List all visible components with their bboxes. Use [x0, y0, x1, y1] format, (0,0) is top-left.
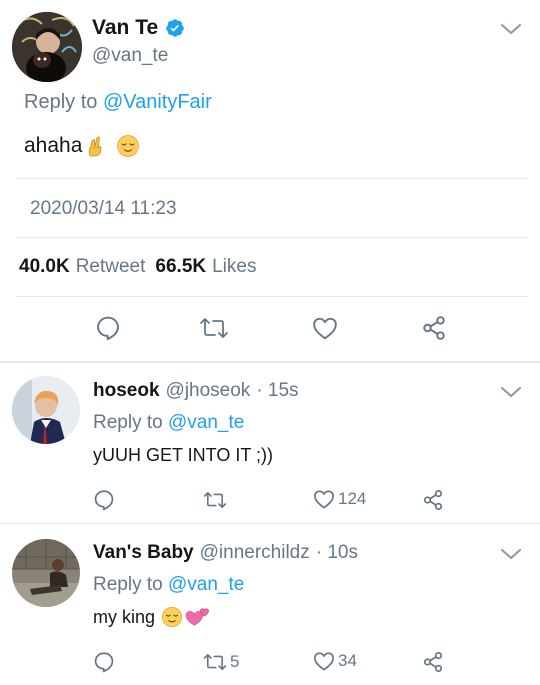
retweet-count: 5 — [230, 652, 240, 671]
relieved-face-emoji — [162, 607, 183, 627]
tweet-text: ahaha — [24, 134, 140, 158]
chevron-down-icon[interactable] — [500, 547, 522, 561]
retweet-icon — [200, 318, 228, 338]
avatar[interactable] — [12, 539, 80, 607]
reply-author-row: Van's Baby @innerchildz · 10s — [93, 542, 358, 564]
relieved-face-emoji — [117, 135, 140, 157]
retweet-button[interactable]: 5 — [203, 652, 239, 672]
share-button[interactable] — [422, 489, 444, 511]
verified-badge-icon — [166, 19, 184, 37]
section-separator — [0, 361, 540, 363]
reply-to-link[interactable]: @VanityFair — [103, 91, 212, 113]
like-count: 34 — [338, 651, 357, 670]
main-tweet: Van Te @van_te Reply to @VanityFair ahah… — [0, 0, 540, 362]
retweet-icon — [203, 491, 227, 508]
tweet-timestamp: 2020/03/14 11:23 — [30, 198, 177, 219]
share-icon — [423, 651, 443, 673]
reply-button[interactable] — [93, 651, 115, 673]
reply-icon — [97, 316, 119, 341]
reply-to-link[interactable]: @van_te — [168, 412, 244, 433]
reply-icon — [94, 652, 114, 673]
reply-author-handle[interactable]: @jhoseok — [166, 380, 251, 402]
retweet-icon — [203, 654, 227, 670]
reply-author-row: hoseok @jhoseok · 15s — [93, 380, 299, 402]
section-separator — [0, 523, 540, 524]
share-button[interactable] — [422, 651, 444, 673]
share-icon — [423, 489, 443, 511]
divider — [16, 178, 528, 179]
like-count[interactable]: 66.5K — [155, 256, 206, 278]
heart-icon — [314, 652, 334, 671]
retweet-button[interactable] — [203, 490, 230, 510]
reply-to-link[interactable]: @van_te — [168, 574, 244, 595]
divider — [16, 237, 528, 238]
reply-to-line: Reply to @VanityFair — [24, 91, 212, 114]
retweet-label[interactable]: Retweet — [76, 256, 146, 278]
reply-to-line: Reply to @van_te — [93, 574, 244, 596]
heart-icon — [314, 490, 334, 509]
reply-author-name[interactable]: hoseok — [93, 380, 160, 402]
like-button[interactable]: 124 — [313, 489, 366, 509]
like-button[interactable] — [312, 316, 338, 340]
author-name-row: Van Te — [92, 16, 185, 40]
revolving-hearts-emoji — [185, 608, 209, 626]
reply-author-handle[interactable]: @innerchildz — [200, 542, 310, 564]
heart-icon — [313, 317, 337, 340]
reply-author-name[interactable]: Van's Baby — [93, 542, 194, 564]
reply-text-row: my king — [93, 606, 211, 628]
like-button[interactable]: 34 — [313, 651, 357, 671]
reply-text: my king — [93, 606, 156, 627]
reply-to-prefix: Reply to — [24, 91, 103, 113]
crossed-fingers-emoji — [89, 136, 102, 157]
reply-button[interactable] — [93, 489, 115, 511]
reply-time: · 10s — [315, 542, 358, 563]
tweet-stats: 40.0K Retweet 66.5K Likes — [19, 256, 256, 278]
reply-to-line: Reply to @van_te — [93, 412, 244, 434]
share-icon — [423, 316, 445, 340]
like-count: 124 — [338, 489, 367, 508]
divider — [16, 296, 528, 297]
reply-button[interactable] — [95, 315, 121, 341]
reply-time: · 15s — [256, 380, 299, 401]
retweet-button[interactable] — [199, 316, 229, 340]
reply-icon — [94, 490, 114, 511]
chevron-down-icon[interactable] — [500, 385, 522, 399]
like-label[interactable]: Likes — [212, 256, 256, 278]
chevron-down-icon[interactable] — [500, 22, 522, 36]
reply-text: yUUH GET INTO IT ;)) — [93, 445, 274, 465]
author-handle[interactable]: @van_te — [92, 45, 168, 67]
retweet-count[interactable]: 40.0K — [19, 256, 70, 278]
reply-to-prefix: Reply to — [93, 412, 168, 433]
share-button[interactable] — [421, 315, 447, 341]
avatar[interactable] — [12, 376, 80, 444]
avatar[interactable] — [12, 12, 82, 82]
author-name[interactable]: Van Te — [92, 16, 158, 40]
reply-to-prefix: Reply to — [93, 574, 168, 595]
tweet-body: ahaha — [24, 134, 83, 157]
